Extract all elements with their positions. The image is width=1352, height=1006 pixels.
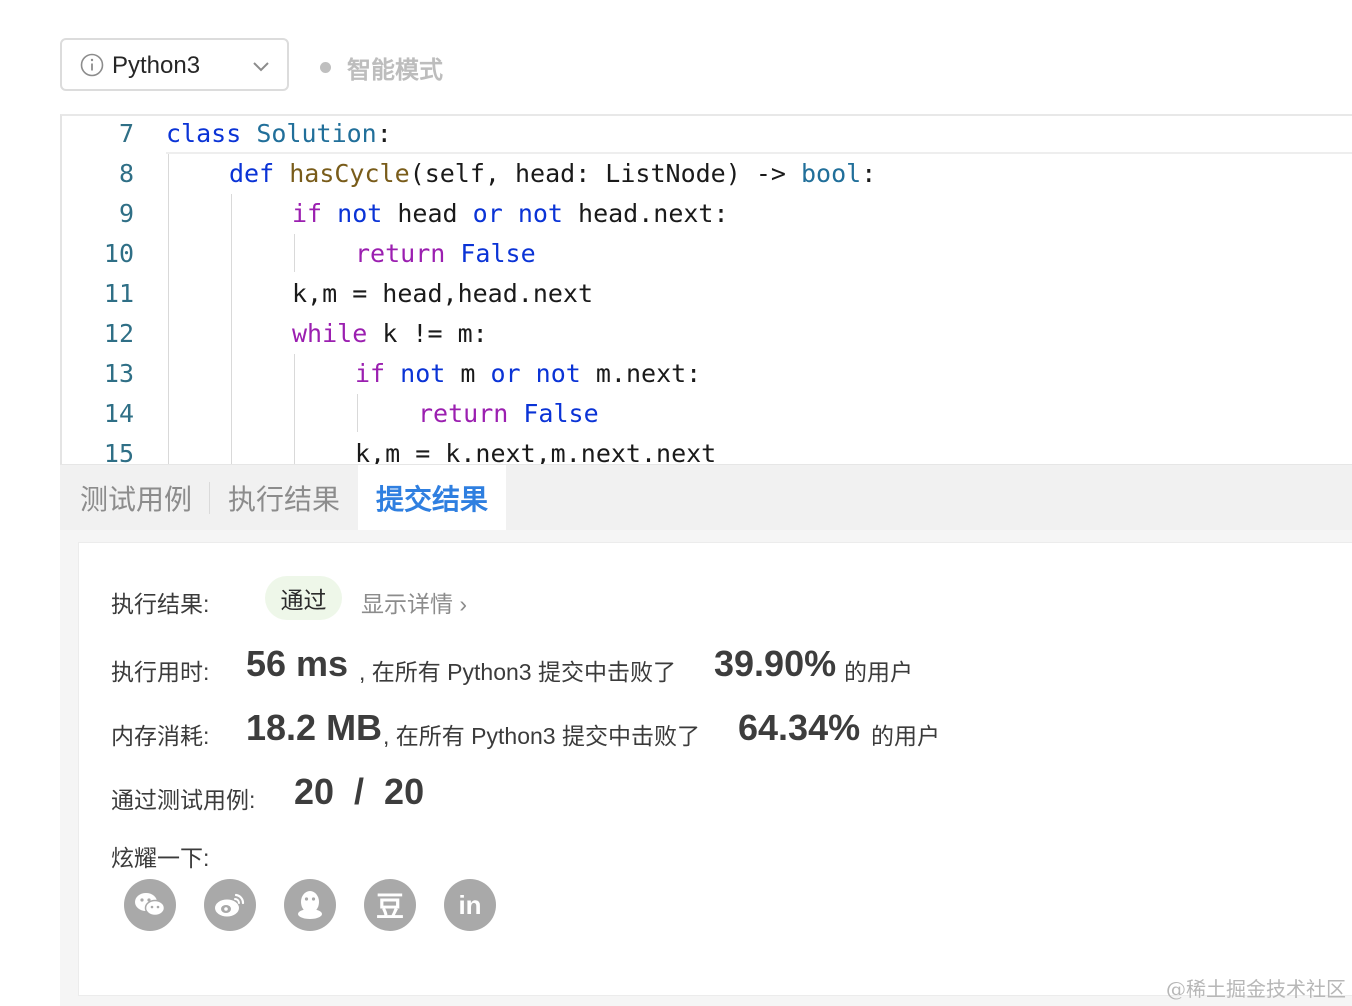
- code-line: return False: [355, 239, 536, 268]
- code-line: if not m or not m.next:: [355, 359, 701, 388]
- code-line: k,m = k.next,m.next.next: [355, 439, 717, 466]
- code-keyword: not: [517, 199, 563, 228]
- test-cases-value: 20 / 20: [294, 771, 425, 812]
- code-keyword: not: [400, 359, 446, 388]
- language-label: Python3: [112, 52, 201, 79]
- code-line: return False: [418, 399, 599, 428]
- line-number: 12: [103, 319, 134, 348]
- code-keyword: def: [229, 159, 275, 188]
- line-number: 8: [118, 159, 134, 188]
- wechat-icon[interactable]: [124, 879, 176, 931]
- code-keyword: while: [292, 319, 368, 348]
- douban-icon[interactable]: 豆: [364, 879, 416, 931]
- indent-guide: [168, 154, 169, 466]
- line-number: 13: [103, 359, 134, 388]
- code-keyword: not: [337, 199, 383, 228]
- code-keyword: return: [418, 399, 509, 428]
- code-line: class Solution:: [166, 119, 392, 148]
- code-text: :: [376, 119, 392, 148]
- code-line: k,m = head,head.next: [292, 279, 594, 308]
- memory-label: 内存消耗:: [111, 723, 210, 749]
- code-class-name: Solution: [256, 119, 377, 148]
- line-number: 14: [103, 399, 134, 428]
- runtime-text: , 在所有 Python3 提交中击败了: [359, 659, 676, 685]
- code-line: while k != m:: [292, 319, 488, 348]
- indent-guide: [294, 234, 295, 272]
- code-constant: False: [523, 399, 599, 428]
- line-number: 7: [118, 119, 134, 148]
- indent-guide: [231, 194, 232, 466]
- watermark: @稀土掘金技术社区: [1166, 977, 1346, 1001]
- code-keyword: or: [472, 199, 503, 228]
- code-text: k != m:: [367, 319, 488, 348]
- memory-value: 18.2 MB: [246, 707, 383, 748]
- mode-status-dot: [320, 62, 331, 73]
- line-number: 11: [103, 279, 134, 308]
- status-label: 执行结果:: [111, 591, 210, 617]
- code-text: m: [445, 359, 491, 388]
- qq-icon[interactable]: [284, 879, 336, 931]
- share-label: 炫耀一下:: [111, 845, 210, 871]
- weibo-icon[interactable]: [204, 879, 256, 931]
- smart-mode-toggle[interactable]: 智能模式: [320, 50, 443, 85]
- runtime-percent: 39.90%: [714, 643, 837, 684]
- line-number: 15: [103, 439, 134, 466]
- code-keyword: if: [292, 199, 323, 228]
- code-text: (self, head: ListNode) ->: [409, 159, 801, 188]
- submission-result-panel: 执行结果: 通过 显示详情 › 执行用时: 56 ms , 在所有 Python…: [60, 530, 1352, 1006]
- code-editor[interactable]: 7 8 9 10 11 12 13 14 15 class Solution: …: [60, 114, 1352, 466]
- line-number: 9: [118, 199, 134, 228]
- memory-suffix: 的用户: [871, 723, 940, 749]
- indent-guide: [294, 354, 295, 466]
- code-keyword: return: [355, 239, 446, 268]
- result-tab-bar: 测试用例 执行结果 提交结果: [60, 464, 1352, 531]
- memory-percent: 64.34%: [738, 707, 861, 748]
- tab-divider: [209, 482, 210, 514]
- mode-label: 智能模式: [347, 57, 443, 84]
- code-line: if not head or not head.next:: [292, 199, 729, 228]
- code-keyword: if: [355, 359, 386, 388]
- code-line: def hasCycle(self, head: ListNode) -> bo…: [229, 159, 876, 188]
- code-text: head.next:: [562, 199, 729, 228]
- line-number: 10: [103, 239, 134, 268]
- info-circle-icon: [80, 53, 104, 77]
- code-keyword: class: [166, 119, 242, 148]
- tab-run-result[interactable]: 执行结果: [228, 465, 340, 531]
- runtime-suffix: 的用户: [844, 659, 913, 685]
- code-keyword: or: [490, 359, 521, 388]
- chevron-down-icon: [253, 62, 269, 72]
- code-type: bool: [800, 159, 862, 188]
- runtime-value: 56 ms: [246, 643, 349, 684]
- indent-guide: [357, 394, 358, 432]
- memory-text: , 在所有 Python3 提交中击败了: [383, 723, 700, 749]
- code-keyword: not: [535, 359, 581, 388]
- line-number-gutter: 7 8 9 10 11 12 13 14 15: [62, 116, 162, 466]
- language-select[interactable]: Python3: [60, 38, 289, 91]
- show-details-link[interactable]: 显示详情 ›: [361, 585, 467, 619]
- result-card: 执行结果: 通过 显示详情 › 执行用时: 56 ms , 在所有 Python…: [78, 542, 1352, 996]
- status-badge: 通过: [265, 576, 342, 620]
- code-constant: False: [460, 239, 536, 268]
- code-text: m.next:: [580, 359, 702, 388]
- code-text: :: [861, 159, 877, 188]
- runtime-label: 执行用时:: [111, 659, 210, 685]
- tab-test-cases[interactable]: 测试用例: [80, 465, 192, 531]
- tab-submit-result[interactable]: 提交结果: [358, 465, 506, 531]
- code-function-name: hasCycle: [289, 159, 410, 188]
- code-text: head: [382, 199, 473, 228]
- test-cases-label: 通过测试用例:: [111, 787, 256, 813]
- linkedin-icon[interactable]: in: [444, 879, 496, 931]
